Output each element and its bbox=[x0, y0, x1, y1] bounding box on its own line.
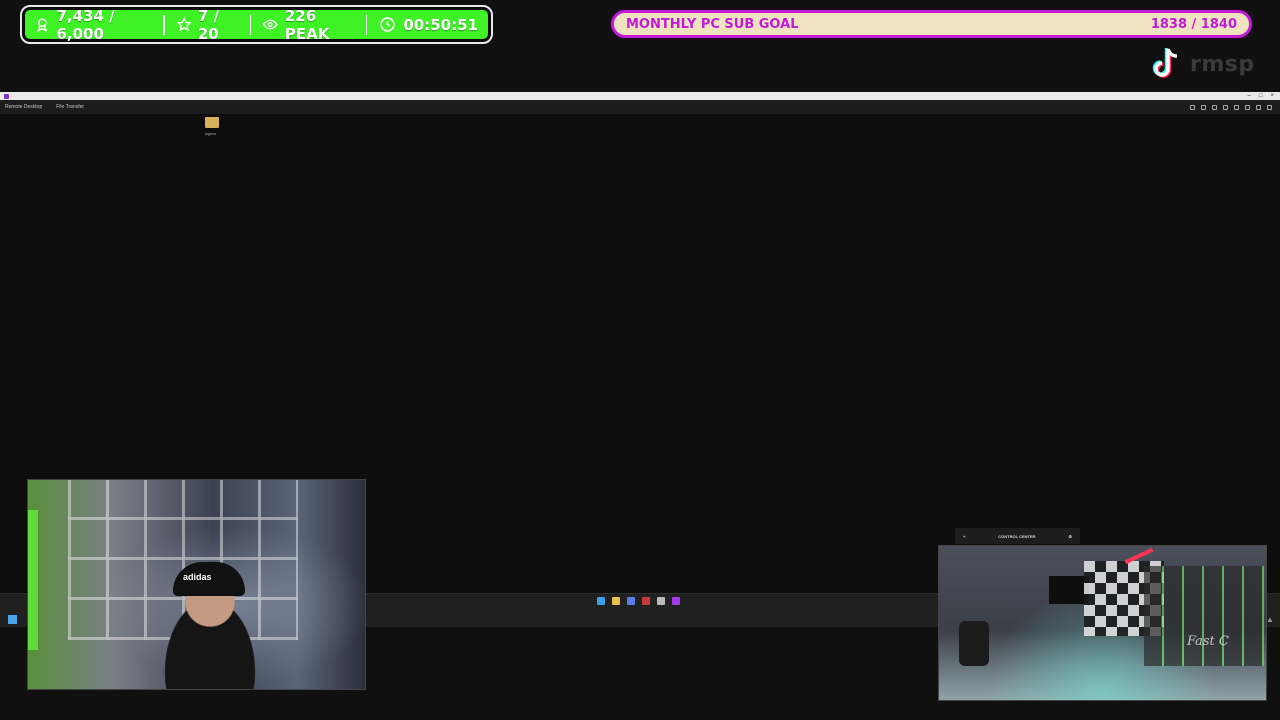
brand-watermark: rmsp bbox=[1150, 46, 1255, 82]
close-icon[interactable]: × bbox=[1270, 93, 1274, 99]
goal-value: 1838 / 1840 bbox=[1150, 16, 1237, 32]
tool-icon[interactable] bbox=[1267, 104, 1272, 110]
followers-count: 7,434 / 6,000 bbox=[56, 6, 115, 43]
eye-icon bbox=[263, 19, 278, 30]
stream-stats-bar: 7,434 / 6,000 7 / 20 226 PEAK 00:50:51 bbox=[20, 5, 493, 44]
settings-icon[interactable] bbox=[657, 597, 665, 605]
cap-logo: adidas bbox=[183, 572, 212, 582]
tool-icon[interactable] bbox=[1190, 104, 1195, 110]
wall-sign: Fast C bbox=[1187, 634, 1229, 649]
tool-icon[interactable] bbox=[1223, 104, 1228, 110]
sub-goal-bar: MONTHLY PC SUB GOAL 1838 / 1840 bbox=[611, 10, 1252, 38]
followers-stat: 7,434 / 6,000 bbox=[35, 7, 151, 43]
remote-window-titlebar: – □ × bbox=[0, 92, 1280, 100]
folder-icon[interactable] bbox=[612, 597, 620, 605]
led-glow bbox=[28, 510, 38, 650]
tiktok-icon bbox=[1152, 48, 1178, 78]
stars-count: 7 / 20 bbox=[197, 6, 220, 43]
chair bbox=[959, 621, 989, 666]
taskbar-app-icon[interactable] bbox=[627, 597, 635, 605]
minimize-icon[interactable]: – bbox=[1248, 93, 1251, 99]
add-icon[interactable]: + bbox=[963, 534, 965, 539]
gpu-shelf bbox=[1144, 566, 1264, 666]
maximize-icon[interactable]: □ bbox=[1259, 93, 1263, 99]
tray-chevron-icon[interactable]: ▲ bbox=[1266, 615, 1274, 624]
viewers-count: 226 PEAK bbox=[284, 6, 330, 43]
tv bbox=[1049, 576, 1089, 604]
remote-toolbar: Remote Desktop File Transfer bbox=[0, 100, 1280, 114]
toolbar-tools bbox=[1190, 104, 1280, 110]
tab-file-transfer[interactable]: File Transfer bbox=[56, 104, 84, 110]
taskbar-app-icon[interactable] bbox=[672, 597, 680, 605]
divider bbox=[365, 14, 368, 35]
app-icon bbox=[4, 93, 9, 99]
stars-stat: 7 / 20 bbox=[176, 6, 238, 43]
goal-label: MONTHLY PC SUB GOAL bbox=[626, 16, 799, 32]
window-controls[interactable]: – □ × bbox=[1248, 93, 1280, 99]
clock-icon bbox=[380, 17, 396, 32]
tool-icon[interactable] bbox=[1256, 104, 1261, 110]
control-center-header: + CONTROL CENTER ⚙ bbox=[955, 528, 1080, 544]
tool-icon[interactable] bbox=[1201, 104, 1206, 110]
star-icon bbox=[176, 16, 191, 32]
tool-icon[interactable] bbox=[1212, 104, 1217, 110]
tool-icon[interactable] bbox=[1245, 104, 1250, 110]
brand-text: rmsp bbox=[1190, 51, 1255, 77]
webcam-streamer: adidas bbox=[27, 479, 366, 690]
tool-icon[interactable] bbox=[1234, 104, 1239, 110]
tab-remote-desktop[interactable]: Remote Desktop bbox=[5, 104, 42, 110]
taskbar-app-icon[interactable] bbox=[597, 597, 605, 605]
folder-icon[interactable] bbox=[205, 117, 219, 128]
taskbar-icons bbox=[597, 597, 680, 605]
award-icon bbox=[37, 18, 47, 32]
settings-icon[interactable]: ⚙ bbox=[1068, 534, 1072, 539]
timer-stat: 00:50:51 bbox=[379, 16, 478, 34]
viewers-stat: 226 PEAK bbox=[263, 7, 353, 43]
stream-timer: 00:50:51 bbox=[403, 15, 478, 34]
taskbar-app-icon[interactable] bbox=[642, 597, 650, 605]
windows-start-icon[interactable] bbox=[8, 615, 17, 624]
divider bbox=[162, 14, 165, 35]
control-center-title: CONTROL CENTER bbox=[998, 533, 1036, 539]
webcam-room: Fast C bbox=[938, 545, 1267, 701]
desktop-icon-label: sigma bbox=[205, 131, 216, 136]
divider bbox=[249, 14, 252, 35]
